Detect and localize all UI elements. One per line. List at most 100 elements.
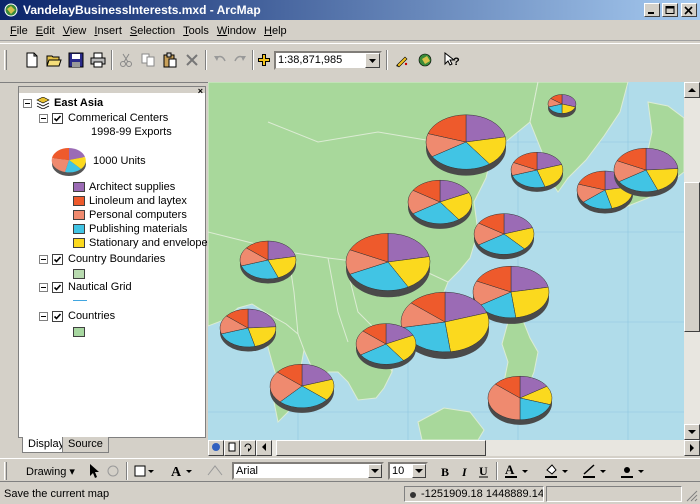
legend-field-name: 1998-99 Exports xyxy=(91,126,172,138)
cut-button[interactable] xyxy=(116,50,136,70)
commercial-center-pie[interactable] xyxy=(407,179,473,229)
text-tool-icon[interactable]: A xyxy=(170,463,194,479)
undo-button[interactable] xyxy=(210,50,230,70)
map-horizontal-scrollbar[interactable] xyxy=(272,440,700,456)
scroll-right-button[interactable] xyxy=(684,440,700,456)
data-view-button[interactable] xyxy=(208,440,224,456)
scroll-left-button[interactable] xyxy=(256,440,272,456)
table-of-contents: × East Asia Commerical Centers 1998-99 E… xyxy=(18,86,213,438)
scroll-down-button[interactable] xyxy=(684,424,700,440)
layer-visibility-checkbox[interactable] xyxy=(52,281,63,293)
commercial-center-pie[interactable] xyxy=(345,233,431,298)
commercial-center-pie[interactable] xyxy=(613,147,679,197)
add-data-icon xyxy=(258,54,270,66)
map-scale-combobox[interactable]: 1:38,871,985 xyxy=(274,51,382,70)
menu-file[interactable]: File xyxy=(6,25,32,37)
commercial-center-pie[interactable] xyxy=(355,323,417,370)
layer-visibility-checkbox[interactable] xyxy=(52,310,63,322)
standard-toolbar: 1:38,871,985 ? xyxy=(0,43,700,83)
font-dropdown-button[interactable] xyxy=(368,464,382,478)
commercial-center-pie[interactable] xyxy=(425,114,507,176)
collapse-icon[interactable] xyxy=(39,282,48,292)
scale-dropdown-button[interactable] xyxy=(365,53,380,68)
italic-icon[interactable]: I xyxy=(460,464,472,478)
font-size-combobox[interactable]: 10 xyxy=(388,462,428,480)
select-elements-icon[interactable] xyxy=(88,463,102,479)
nautical-grid-line-symbol xyxy=(73,300,87,301)
menu-view[interactable]: View xyxy=(59,25,91,37)
menu-help[interactable]: Help xyxy=(260,25,291,37)
fill-color-icon[interactable] xyxy=(544,463,570,479)
collapse-icon[interactable] xyxy=(39,311,48,321)
scroll-up-button[interactable] xyxy=(684,82,700,98)
paste-button[interactable] xyxy=(160,50,180,70)
drawing-menu[interactable]: Drawing ▾ xyxy=(26,465,75,478)
splined-text-icon[interactable] xyxy=(206,463,224,479)
layer-row-countries[interactable]: Countries xyxy=(39,310,115,322)
commercial-center-pie[interactable] xyxy=(547,94,577,118)
editor-icon xyxy=(396,56,408,68)
vertical-scroll-thumb[interactable] xyxy=(684,182,700,332)
commercial-center-pie[interactable] xyxy=(269,363,335,413)
save-button[interactable] xyxy=(66,50,86,70)
toolbar-grip[interactable] xyxy=(4,50,7,70)
toolbar-grip[interactable] xyxy=(4,462,7,480)
whats-this-button[interactable]: ? xyxy=(442,50,462,70)
tab-source[interactable]: Source xyxy=(62,437,109,453)
data-frame-row[interactable]: East Asia xyxy=(23,97,103,109)
add-data-button[interactable] xyxy=(254,50,274,70)
bold-icon[interactable]: B xyxy=(440,464,452,478)
editor-toolbar-button[interactable] xyxy=(392,50,412,70)
menu-selection[interactable]: Selection xyxy=(126,25,179,37)
commercial-center-pie[interactable] xyxy=(473,213,535,260)
line-color-icon[interactable] xyxy=(582,463,608,479)
pie-symbol-icon xyxy=(51,147,86,176)
commercial-center-pie[interactable] xyxy=(239,240,297,284)
map-view[interactable] xyxy=(208,82,684,440)
collapse-icon[interactable] xyxy=(39,113,48,123)
menu-edit[interactable]: Edit xyxy=(32,25,59,37)
delete-button[interactable] xyxy=(182,50,202,70)
layer-visibility-checkbox[interactable] xyxy=(52,253,63,265)
minimize-button[interactable] xyxy=(644,3,660,17)
rotate-icon[interactable] xyxy=(106,463,120,479)
toc-close-icon[interactable]: × xyxy=(198,86,203,96)
refresh-button[interactable] xyxy=(240,440,256,456)
copy-button[interactable] xyxy=(138,50,158,70)
collapse-icon[interactable] xyxy=(39,254,48,264)
menu-tools[interactable]: Tools xyxy=(179,25,213,37)
menu-bar: File Edit View Insert Selection Tools Window He… xyxy=(0,21,700,41)
open-button[interactable] xyxy=(44,50,64,70)
marker-color-icon[interactable] xyxy=(620,463,646,479)
collapse-icon[interactable] xyxy=(23,98,32,108)
resize-grip-icon[interactable] xyxy=(684,488,698,502)
rectangle-tool-icon[interactable] xyxy=(134,464,156,478)
map-vertical-scrollbar[interactable] xyxy=(684,82,700,440)
map-canvas[interactable] xyxy=(208,82,684,440)
menu-window[interactable]: Window xyxy=(213,25,260,37)
menu-insert[interactable]: Insert xyxy=(90,25,126,37)
countries-swatch xyxy=(73,327,85,337)
toc-title-bar[interactable] xyxy=(19,87,205,93)
print-button[interactable] xyxy=(88,50,108,70)
layer-row-country-boundaries[interactable]: Country Boundaries xyxy=(39,253,165,265)
commercial-center-pie[interactable] xyxy=(487,375,553,425)
redo-button[interactable] xyxy=(230,50,250,70)
layer-row-commercial-centers[interactable]: Commerical Centers xyxy=(39,112,168,124)
commercial-center-pie[interactable] xyxy=(219,308,277,352)
commercial-center-pie[interactable] xyxy=(510,152,564,192)
layer-visibility-checkbox[interactable] xyxy=(52,112,63,124)
new-button[interactable] xyxy=(22,50,42,70)
close-button[interactable] xyxy=(681,3,697,17)
underline-icon[interactable]: U xyxy=(478,464,490,478)
font-name-combobox[interactable]: Arial xyxy=(232,462,384,480)
font-color-icon[interactable]: A xyxy=(504,463,530,479)
horizontal-scroll-thumb[interactable] xyxy=(276,440,486,456)
layer-row-nautical-grid[interactable]: Nautical Grid xyxy=(39,281,132,293)
toolbar-separator xyxy=(111,50,113,70)
maximize-button[interactable] xyxy=(662,3,678,17)
layout-view-button[interactable] xyxy=(224,440,240,456)
svg-text:A: A xyxy=(505,463,515,477)
font-size-dropdown-button[interactable] xyxy=(412,464,426,478)
arctoolbox-button[interactable] xyxy=(416,50,436,70)
